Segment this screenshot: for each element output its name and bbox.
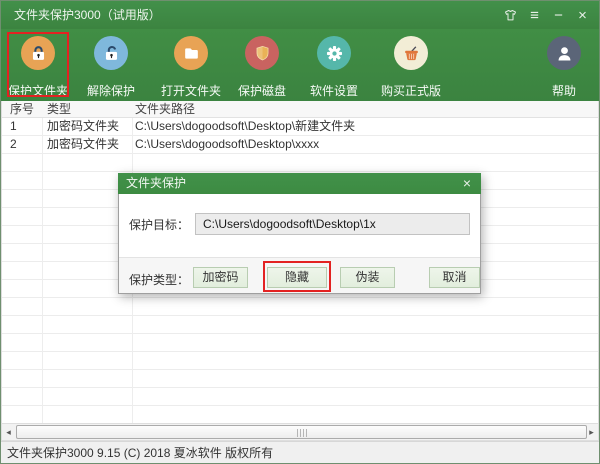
table-header: 序号 类型 文件夹路径 — [2, 101, 598, 118]
status-text: 文件夹保护3000 9.15 (C) 2018 夏冰软件 版权所有 — [7, 442, 273, 464]
gear-icon — [317, 36, 351, 70]
shield-icon — [245, 36, 279, 70]
basket-icon — [394, 36, 428, 70]
header-type[interactable]: 类型 — [47, 101, 71, 117]
dialog-title: 文件夹保护 — [126, 173, 186, 194]
protect-type-label: 保护类型： — [129, 271, 189, 288]
scrollbar-grip-icon — [297, 429, 307, 437]
toolbar: 保护文件夹 解除保护 打开文件夹 — [1, 29, 599, 101]
toolbar-item-protect-disk[interactable]: 保护磁盘 — [222, 29, 302, 101]
cancel-button[interactable]: 取消 — [429, 267, 480, 288]
app-window: 文件夹保护3000（试用版） ≡ − × 保护文件夹 — [0, 0, 600, 464]
titlebar: 文件夹保护3000（试用版） ≡ − × — [1, 1, 599, 29]
dialog-footer: 保护类型： 加密码 隐藏 伪装 取消 — [119, 257, 480, 293]
toolbar-item-open-folder[interactable]: 打开文件夹 — [151, 29, 231, 101]
toolbar-item-settings[interactable]: 软件设置 — [294, 29, 374, 101]
toolbar-item-buy-full-version[interactable]: 购买正式版 — [371, 29, 451, 101]
table-row[interactable]: 2 加密码文件夹 C:\Users\dogoodsoft\Desktop\xxx… — [2, 136, 598, 154]
hide-button[interactable]: 隐藏 — [267, 267, 327, 288]
close-icon[interactable]: × — [574, 6, 591, 24]
dialog-body: 保护目标： — [119, 194, 480, 257]
encrypt-password-button[interactable]: 加密码 — [193, 267, 248, 288]
folder-icon — [174, 36, 208, 70]
menu-icon[interactable]: ≡ — [526, 6, 543, 24]
titlebar-controls: ≡ − × — [502, 1, 591, 29]
header-path[interactable]: 文件夹路径 — [135, 101, 195, 117]
disguise-button[interactable]: 伪装 — [340, 267, 395, 288]
person-icon — [547, 36, 581, 70]
header-no[interactable]: 序号 — [10, 101, 34, 117]
scrollbar-thumb[interactable] — [16, 425, 587, 439]
dialog-titlebar: 文件夹保护 × — [118, 173, 481, 194]
table-row[interactable]: 1 加密码文件夹 C:\Users\dogoodsoft\Desktop\新建文… — [2, 118, 598, 136]
scroll-right-icon[interactable]: ▸ — [585, 424, 598, 440]
toolbar-item-protect-folder[interactable]: 保护文件夹 — [0, 29, 78, 101]
skin-shirt-icon[interactable] — [502, 6, 519, 24]
statusbar: 文件夹保护3000 9.15 (C) 2018 夏冰软件 版权所有 — [1, 441, 599, 464]
protect-target-label: 保护目标： — [129, 216, 189, 233]
lock-closed-icon — [21, 36, 55, 70]
toolbar-item-help[interactable]: 帮助 — [524, 29, 600, 101]
protect-target-input[interactable] — [195, 213, 470, 235]
folder-protect-dialog: 文件夹保护 × 保护目标： 保护类型： 加密码 隐藏 伪装 取消 — [118, 173, 481, 294]
horizontal-scrollbar[interactable]: ◂ ▸ — [1, 423, 599, 441]
toolbar-item-remove-protection[interactable]: 解除保护 — [71, 29, 151, 101]
shirt-icon — [503, 8, 518, 23]
column-divider — [42, 118, 43, 423]
minimize-icon[interactable]: − — [550, 6, 567, 24]
scroll-left-icon[interactable]: ◂ — [2, 424, 15, 440]
dialog-close-icon[interactable]: × — [459, 173, 475, 194]
lock-open-icon — [94, 36, 128, 70]
window-title: 文件夹保护3000（试用版） — [14, 1, 161, 29]
